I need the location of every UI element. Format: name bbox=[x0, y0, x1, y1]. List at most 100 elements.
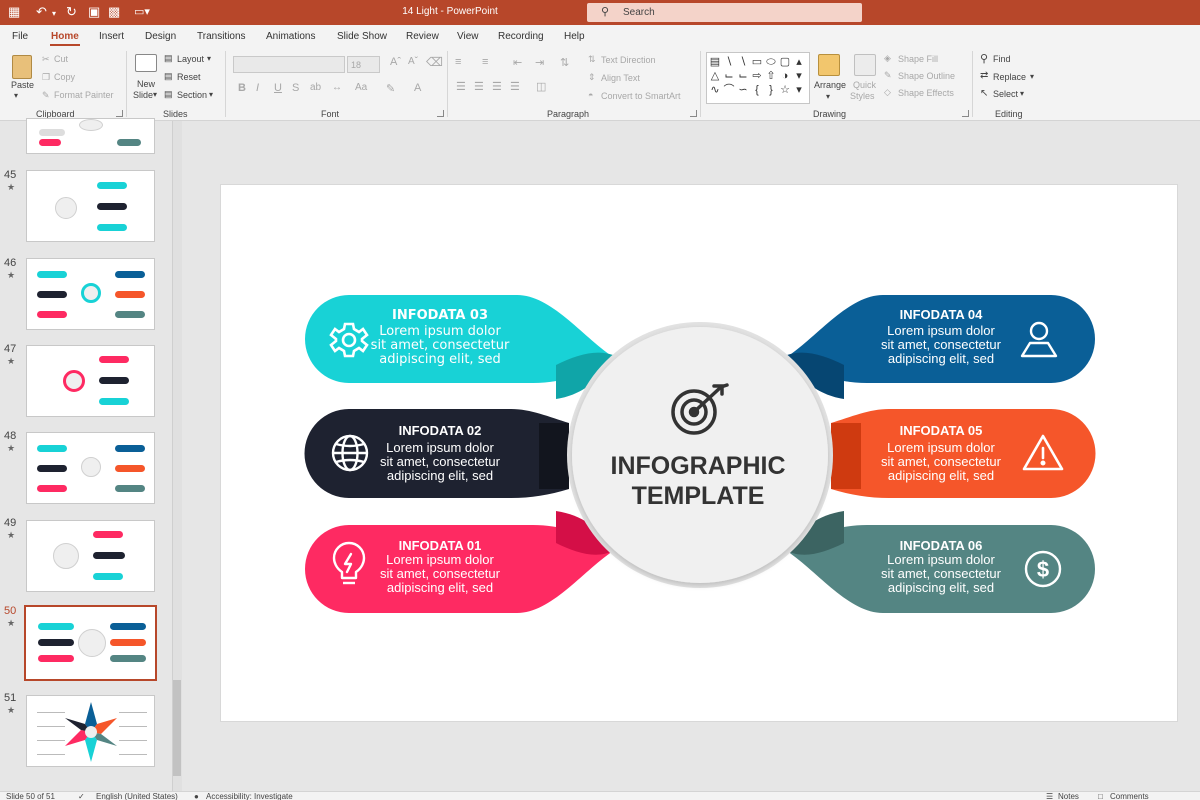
select-button[interactable]: Select bbox=[993, 89, 1018, 99]
connector-shape-icon[interactable]: ⌙ bbox=[723, 69, 735, 83]
scroll-down-icon[interactable]: ▾ bbox=[793, 69, 805, 83]
align-right-icon[interactable]: ☰ bbox=[492, 80, 502, 93]
replace-button[interactable]: Replace bbox=[993, 72, 1026, 82]
paragraph-launcher-icon[interactable] bbox=[690, 110, 697, 117]
align-text-button[interactable]: Align Text bbox=[601, 73, 640, 83]
line-shape-icon[interactable]: ∖ bbox=[723, 55, 735, 69]
slide-thumbnail[interactable] bbox=[26, 170, 155, 242]
arrange-icon[interactable] bbox=[818, 54, 840, 76]
comments-button[interactable]: Comments bbox=[1110, 792, 1149, 800]
font-color-icon[interactable]: A bbox=[414, 82, 421, 94]
clear-formatting-icon[interactable]: ⌫ bbox=[426, 55, 443, 69]
triangle-shape-icon[interactable]: △ bbox=[709, 69, 721, 83]
rectangle-shape-icon[interactable]: ▭ bbox=[751, 55, 763, 69]
replace-dropdown-icon[interactable]: ▾ bbox=[1030, 72, 1034, 81]
change-case-icon[interactable]: Aa bbox=[355, 82, 367, 93]
section-dropdown-icon[interactable]: ▾ bbox=[209, 90, 213, 99]
notes-icon[interactable]: ☰ bbox=[1046, 792, 1053, 800]
shapes-gallery[interactable]: ▤ ∖ ∖ ▭ ⬭ ▢ ▴ △ ⌙ ⌙ ⇨ ⇧ ◑ ▾ ∿ ⌒ ∽{} ☆ ▾ bbox=[706, 52, 810, 104]
quick-styles-label-1[interactable]: Quick bbox=[853, 80, 876, 90]
section-button[interactable]: Section bbox=[177, 90, 207, 100]
line-spacing-icon[interactable]: ⇅ bbox=[560, 56, 569, 69]
arrange-button[interactable]: Arrange bbox=[814, 80, 846, 90]
brace-shape-icon[interactable]: { bbox=[751, 83, 763, 97]
tab-review[interactable]: Review bbox=[406, 31, 439, 42]
shadow-icon[interactable]: ab bbox=[310, 82, 321, 93]
thumbnail-scrollbar-thumb[interactable] bbox=[173, 680, 181, 776]
ellipse-shape-icon[interactable]: ⬭ bbox=[765, 55, 777, 69]
new-slide-label-2[interactable]: Slide bbox=[133, 90, 153, 100]
search-input[interactable]: ⚲ Search bbox=[587, 3, 862, 22]
tab-animations[interactable]: Animations bbox=[266, 31, 315, 42]
font-launcher-icon[interactable] bbox=[437, 110, 444, 117]
new-slide-label-1[interactable]: New bbox=[137, 79, 155, 89]
decrease-indent-icon[interactable]: ⇤ bbox=[513, 56, 522, 69]
tab-transitions[interactable]: Transitions bbox=[197, 31, 246, 42]
curve-shape-icon[interactable]: ∿ bbox=[709, 83, 721, 97]
text-direction-button[interactable]: Text Direction bbox=[601, 55, 656, 65]
slide-thumbnail[interactable] bbox=[26, 258, 155, 330]
connector-shape-icon[interactable]: ⌙ bbox=[737, 69, 749, 83]
italic-button[interactable]: I bbox=[256, 82, 259, 94]
align-center-icon[interactable]: ☰ bbox=[474, 80, 484, 93]
line-shape-icon[interactable]: ∖ bbox=[737, 55, 749, 69]
arrange-dropdown-icon[interactable]: ▾ bbox=[826, 92, 830, 101]
font-size-field[interactable]: 18 bbox=[347, 56, 380, 73]
brace-shape-icon[interactable]: } bbox=[765, 83, 777, 97]
strikethrough-button[interactable]: S bbox=[292, 82, 299, 94]
comments-icon[interactable]: □ bbox=[1098, 792, 1103, 800]
clipboard-launcher-icon[interactable] bbox=[116, 110, 123, 117]
font-name-field[interactable] bbox=[233, 56, 345, 73]
star-shape-icon[interactable]: ☆ bbox=[779, 83, 791, 97]
slide-thumbnail[interactable] bbox=[26, 520, 155, 592]
arrow-shape-icon[interactable]: ⇧ bbox=[765, 69, 777, 83]
quick-styles-icon[interactable] bbox=[854, 54, 876, 76]
accessibility-icon[interactable]: ● bbox=[194, 792, 199, 800]
align-left-icon[interactable]: ☰ bbox=[456, 80, 466, 93]
cut-button[interactable]: Cut bbox=[54, 54, 68, 64]
tab-view[interactable]: View bbox=[457, 31, 479, 42]
underline-button[interactable]: U bbox=[274, 82, 282, 94]
slide-thumbnail[interactable] bbox=[26, 695, 155, 767]
convert-smartart-button[interactable]: Convert to SmartArt bbox=[601, 91, 681, 101]
slide-thumbnail[interactable] bbox=[26, 432, 155, 504]
find-button[interactable]: Find bbox=[993, 54, 1011, 64]
paste-dropdown-icon[interactable]: ▾ bbox=[14, 91, 18, 100]
copy-button[interactable]: Copy bbox=[54, 72, 75, 82]
columns-icon[interactable]: ◫ bbox=[536, 80, 546, 93]
slide-thumbnail[interactable] bbox=[26, 345, 155, 417]
select-dropdown-icon[interactable]: ▾ bbox=[1020, 89, 1024, 98]
tab-home[interactable]: Home bbox=[51, 31, 79, 42]
reset-button[interactable]: Reset bbox=[177, 72, 201, 82]
tab-help[interactable]: Help bbox=[564, 31, 585, 42]
decrease-font-icon[interactable]: Aˇ bbox=[408, 56, 418, 67]
quick-styles-label-2[interactable]: Styles bbox=[850, 91, 875, 101]
increase-font-icon[interactable]: Aˆ bbox=[390, 56, 401, 68]
more-shapes-icon[interactable]: ▾ bbox=[793, 83, 805, 97]
increase-indent-icon[interactable]: ⇥ bbox=[535, 56, 544, 69]
justify-icon[interactable]: ☰ bbox=[510, 80, 520, 93]
tab-file[interactable]: File bbox=[12, 31, 28, 42]
new-slide-dropdown-icon[interactable]: ▾ bbox=[153, 90, 157, 99]
spellcheck-icon[interactable]: ✓ bbox=[78, 792, 85, 800]
highlight-icon[interactable]: ✎ bbox=[386, 82, 395, 95]
tab-recording[interactable]: Recording bbox=[498, 31, 544, 42]
scroll-up-icon[interactable]: ▴ bbox=[793, 55, 805, 69]
bold-button[interactable]: B bbox=[238, 82, 246, 94]
shape-effects-button[interactable]: Shape Effects bbox=[898, 88, 954, 98]
shape-fill-button[interactable]: Shape Fill bbox=[898, 54, 938, 64]
slide-canvas[interactable]: INFOGRAPHIC TEMPLATE $ INFODATA 03 Lorem… bbox=[220, 184, 1178, 722]
tab-slide-show[interactable]: Slide Show bbox=[337, 31, 387, 42]
slide-thumbnail-active[interactable] bbox=[24, 605, 157, 681]
tab-design[interactable]: Design bbox=[145, 31, 176, 42]
accessibility-status[interactable]: Accessibility: Investigate bbox=[206, 792, 293, 800]
textbox-shape-icon[interactable]: ▤ bbox=[709, 55, 721, 69]
paste-button[interactable]: Paste bbox=[11, 80, 34, 90]
bullets-icon[interactable]: ≡ bbox=[455, 56, 461, 68]
shape-outline-button[interactable]: Shape Outline bbox=[898, 71, 955, 81]
format-painter-button[interactable]: Format Painter bbox=[54, 90, 114, 100]
layout-dropdown-icon[interactable]: ▾ bbox=[207, 54, 211, 63]
char-spacing-icon[interactable]: ↔ bbox=[332, 82, 342, 93]
rounded-rect-shape-icon[interactable]: ▢ bbox=[779, 55, 791, 69]
paste-icon[interactable] bbox=[12, 55, 32, 79]
